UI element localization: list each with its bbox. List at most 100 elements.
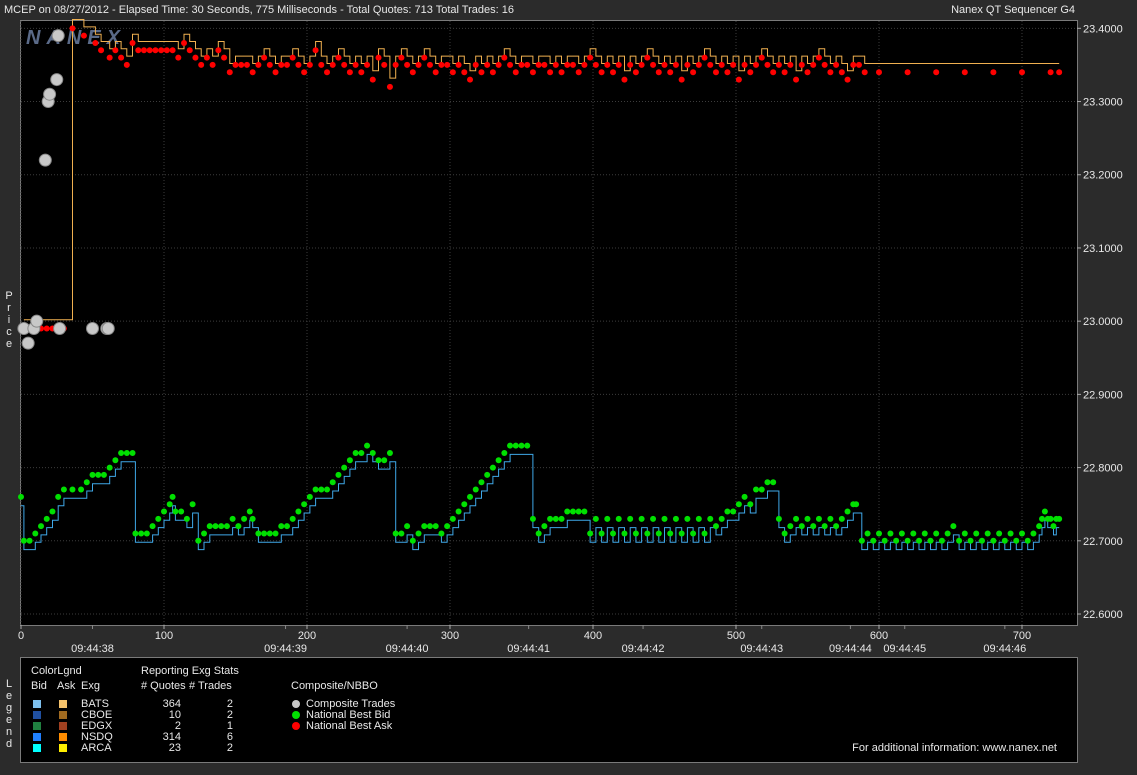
ask-point bbox=[415, 61, 422, 68]
ask-point bbox=[758, 54, 765, 61]
ask-point bbox=[764, 61, 771, 68]
ask-point bbox=[409, 69, 416, 76]
ask-point bbox=[467, 76, 474, 83]
ask-point bbox=[324, 69, 331, 76]
ask-point bbox=[667, 69, 674, 76]
bid-point bbox=[512, 442, 519, 449]
ask-point bbox=[181, 39, 188, 46]
trade-point bbox=[51, 29, 65, 43]
bid-point bbox=[781, 530, 788, 537]
ask-point bbox=[163, 47, 170, 54]
bid-point bbox=[106, 464, 113, 471]
bid-point bbox=[1007, 530, 1014, 537]
bid-point bbox=[218, 523, 225, 530]
ask-point bbox=[135, 47, 142, 54]
ask-point bbox=[192, 54, 199, 61]
ask-point bbox=[541, 61, 548, 68]
ask-point bbox=[364, 61, 371, 68]
bid-point bbox=[747, 501, 754, 508]
bid-point bbox=[78, 486, 85, 493]
info-link[interactable]: For additional information: www.nanex.ne… bbox=[852, 742, 1057, 754]
trade-point bbox=[53, 321, 67, 335]
bid-point bbox=[375, 457, 382, 464]
ask-point bbox=[140, 47, 147, 54]
trade-point bbox=[43, 87, 57, 101]
bid-point bbox=[478, 479, 485, 486]
bid-point bbox=[967, 537, 974, 544]
bid-point bbox=[301, 501, 308, 508]
composite-header: Composite/NBBO bbox=[291, 680, 378, 692]
ask-point bbox=[335, 54, 342, 61]
bid-point bbox=[667, 530, 674, 537]
nbbo-marker bbox=[292, 711, 300, 719]
bid-point bbox=[69, 486, 76, 493]
bid-point bbox=[455, 508, 462, 515]
ask-point bbox=[672, 61, 679, 68]
y-tick-label: 23.0000 bbox=[1083, 316, 1123, 328]
trade-point bbox=[101, 321, 115, 335]
bid-point bbox=[541, 523, 548, 530]
ask-point bbox=[558, 69, 565, 76]
bid-point bbox=[358, 449, 365, 456]
ask-header: Ask bbox=[57, 680, 76, 692]
bid-point bbox=[484, 471, 491, 478]
ask-point bbox=[861, 69, 868, 76]
bid-point bbox=[712, 523, 719, 530]
ask-point bbox=[495, 61, 502, 68]
ask-point bbox=[484, 61, 491, 68]
ask-point bbox=[587, 54, 594, 61]
bid-point bbox=[950, 523, 957, 530]
x-tick-label: 100 bbox=[155, 630, 173, 642]
bid-point bbox=[132, 530, 139, 537]
bid-point bbox=[1024, 537, 1031, 544]
bid-point bbox=[927, 537, 934, 544]
bid-point bbox=[318, 486, 325, 493]
ask-point bbox=[815, 54, 822, 61]
ask-point bbox=[432, 69, 439, 76]
bid-point bbox=[858, 537, 865, 544]
bid-point bbox=[329, 479, 336, 486]
ask-point bbox=[426, 61, 433, 68]
ask-point bbox=[455, 61, 462, 68]
bid-point bbox=[89, 471, 96, 478]
ask-point bbox=[232, 61, 239, 68]
bid-point bbox=[426, 523, 433, 530]
ask-point bbox=[186, 47, 193, 54]
bid-point bbox=[1013, 537, 1020, 544]
time-tick-label: 09:44:41 bbox=[507, 643, 550, 655]
bid-point bbox=[753, 486, 760, 493]
bid-point bbox=[621, 530, 628, 537]
trades-header: # Trades bbox=[189, 680, 232, 692]
bid-point bbox=[916, 537, 923, 544]
ask-point bbox=[404, 61, 411, 68]
ask-point bbox=[489, 69, 496, 76]
bid-point bbox=[438, 530, 445, 537]
bid-point bbox=[206, 523, 213, 530]
bid-point bbox=[26, 537, 33, 544]
bid-point bbox=[535, 530, 542, 537]
ask-point bbox=[518, 61, 525, 68]
time-tick-label: 09:44:42 bbox=[622, 643, 665, 655]
ask-point bbox=[261, 54, 268, 61]
ask-point bbox=[318, 61, 325, 68]
bid-point bbox=[996, 530, 1003, 537]
time-tick-label: 09:44:40 bbox=[386, 643, 429, 655]
ask-point bbox=[718, 61, 725, 68]
ask-point bbox=[798, 61, 805, 68]
ask-point bbox=[678, 76, 685, 83]
ask-point bbox=[312, 47, 319, 54]
bid-point bbox=[272, 530, 279, 537]
bid-point bbox=[581, 508, 588, 515]
nanex-watermark: NANEX bbox=[26, 27, 126, 49]
bid-point bbox=[155, 515, 162, 522]
ask-point bbox=[43, 325, 50, 332]
bid-point bbox=[678, 530, 685, 537]
bid-point bbox=[1047, 515, 1054, 522]
ask-point bbox=[221, 54, 228, 61]
ask-point bbox=[306, 61, 313, 68]
ask-point bbox=[529, 69, 536, 76]
ask-point bbox=[512, 69, 519, 76]
y-tick-label: 22.9000 bbox=[1083, 389, 1123, 401]
y-tick-labels: 22.6000 22.7000 22.8000 22.9000 23.0000 23.10… bbox=[1077, 23, 1123, 621]
x-tick-labels: 0 100 200 300 400 500 600 700 bbox=[18, 625, 1031, 642]
